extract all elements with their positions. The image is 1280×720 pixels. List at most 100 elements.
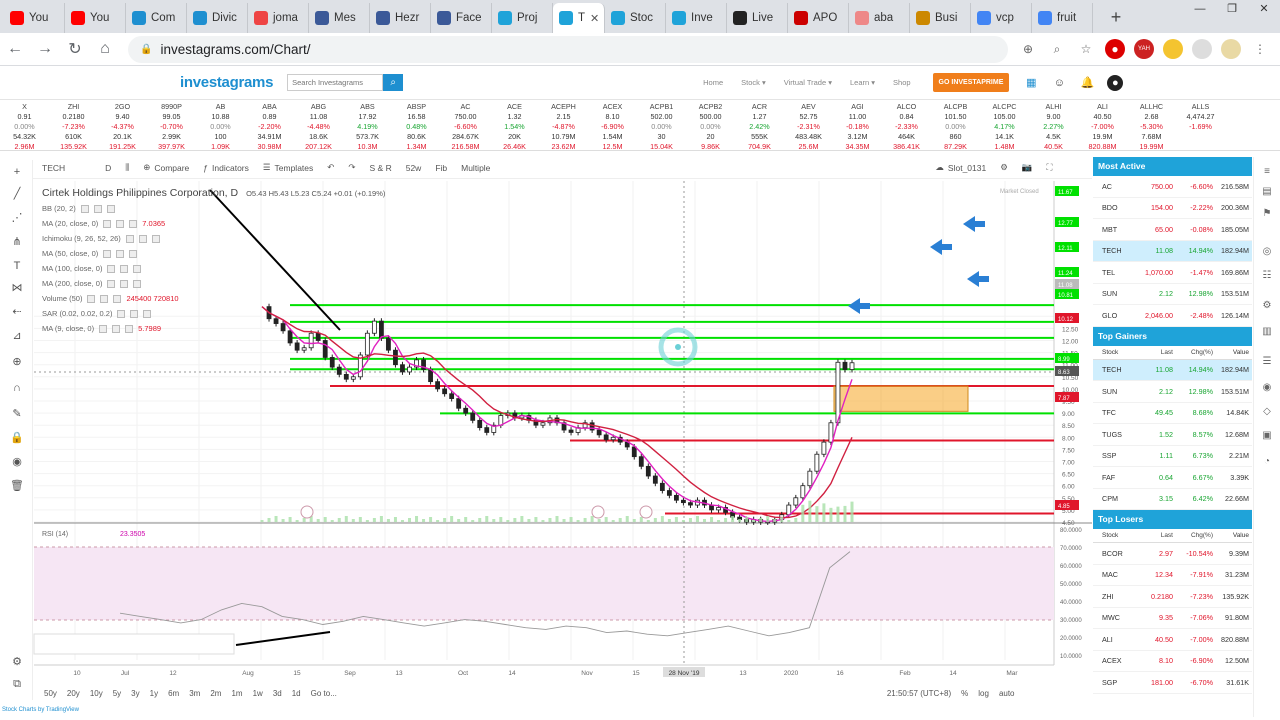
indicator-close-icon[interactable] [107, 205, 115, 213]
range-button[interactable]: 3d [273, 689, 282, 698]
indicator-close-icon[interactable] [113, 295, 121, 303]
percent-button[interactable]: % [961, 689, 968, 698]
price-chart[interactable]: 13.0012.5012.0011.5011.0010.5010.009.509… [0, 0, 1092, 700]
table-row[interactable]: AC 750.00 -6.60% 216.58M [1093, 176, 1252, 198]
indicator-eye-icon[interactable] [126, 235, 134, 243]
range-button[interactable]: 1m [231, 689, 242, 698]
extension-yah-icon[interactable]: YAH [1134, 39, 1154, 59]
column-header[interactable]: Value [1213, 532, 1252, 539]
table-row[interactable]: SSP 1.11 6.73% 2.21M [1093, 446, 1252, 468]
trade-icon[interactable]: ☷ [1258, 267, 1276, 285]
indicator-close-icon[interactable] [129, 220, 137, 228]
flag-icon[interactable]: ⚑ [1258, 205, 1276, 223]
indicator-legend-row[interactable]: MA (20, close, 0) 7.0365 [42, 216, 385, 231]
trends-icon[interactable]: ◇ [1258, 403, 1276, 421]
range-button[interactable]: 20y [67, 689, 80, 698]
indicator-close-icon[interactable] [143, 310, 151, 318]
column-header[interactable]: Last [1133, 349, 1173, 356]
table-row[interactable]: TECH 11.08 14.94% 182.94M [1093, 241, 1252, 263]
range-button[interactable]: 6m [168, 689, 179, 698]
user-avatar-icon[interactable]: ● [1107, 75, 1123, 91]
table-row[interactable]: MBT 65.00 -0.08% 185.05M [1093, 219, 1252, 241]
profile-avatar-icon[interactable] [1221, 39, 1241, 59]
range-button[interactable]: 10y [90, 689, 103, 698]
minimize-icon[interactable]: — [1184, 0, 1216, 18]
indicator-settings-icon[interactable] [116, 220, 124, 228]
indicator-eye-icon[interactable] [107, 265, 115, 273]
table-row[interactable]: SUN 2.12 12.98% 153.51M [1093, 284, 1252, 306]
indicator-settings-icon[interactable] [112, 325, 120, 333]
column-header[interactable]: Last [1133, 532, 1173, 539]
indicator-close-icon[interactable] [152, 235, 160, 243]
indicator-settings-icon[interactable] [116, 250, 124, 258]
table-row[interactable]: ACEX 8.10 -6.90% 12.50M [1093, 651, 1252, 673]
indicator-eye-icon[interactable] [99, 325, 107, 333]
auto-button[interactable]: auto [999, 689, 1015, 698]
range-button[interactable]: 5y [113, 689, 121, 698]
chat-icon[interactable]: ☰ [1258, 353, 1276, 371]
extension-red-icon[interactable]: ● [1105, 39, 1125, 59]
table-row[interactable]: TEL 1,070.00 -1.47% 169.86M [1093, 262, 1252, 284]
indicator-eye-icon[interactable] [87, 295, 95, 303]
indicator-close-icon[interactable] [133, 265, 141, 273]
column-header[interactable]: Value [1213, 349, 1252, 356]
indicator-settings-icon[interactable] [130, 310, 138, 318]
table-row[interactable]: TECH 11.08 14.94% 182.94M [1093, 360, 1252, 382]
column-header[interactable]: Stock [1093, 532, 1133, 539]
column-header[interactable]: Chg(%) [1173, 532, 1213, 539]
table-row[interactable]: SUN 2.12 12.98% 153.51M [1093, 381, 1252, 403]
table-row[interactable]: TFC 49.45 8.68% 14.84K [1093, 403, 1252, 425]
table-row[interactable]: ZHI 0.2180 -7.23% 135.92K [1093, 586, 1252, 608]
column-header[interactable]: Stock [1093, 349, 1133, 356]
browser-menu-icon[interactable]: ⋮ [1250, 39, 1270, 59]
indicator-eye-icon[interactable] [81, 205, 89, 213]
tradingview-credit[interactable]: Stock Charts by TradingView [2, 707, 79, 713]
table-row[interactable]: SGP 181.00 -6.70% 31.61K [1093, 672, 1252, 694]
table-row[interactable]: BDO 154.00 -2.22% 200.36M [1093, 198, 1252, 220]
indicator-legend-row[interactable]: Volume (50) 245400 720810 [42, 291, 385, 306]
news-icon[interactable]: ▥ [1258, 323, 1276, 341]
indicator-eye-icon[interactable] [117, 310, 125, 318]
indicator-close-icon[interactable] [133, 280, 141, 288]
indicator-legend-row[interactable]: Ichimoku (9, 26, 52, 26) [42, 231, 385, 246]
range-button[interactable]: 1w [253, 689, 263, 698]
ticker-item[interactable]: ALLS 4,474.27 -1.69% [1176, 100, 1225, 150]
table-row[interactable]: FAF 0.64 6.67% 3.39K [1093, 467, 1252, 489]
indicator-legend-row[interactable]: MA (50, close, 0) [42, 246, 385, 261]
ticker-icon[interactable]: ≡ [1258, 163, 1276, 181]
indicator-settings-icon[interactable] [94, 205, 102, 213]
new-tab-icon[interactable]: + [1103, 5, 1129, 31]
extension-gray-icon[interactable] [1192, 39, 1212, 59]
indicator-settings-icon[interactable] [120, 265, 128, 273]
tools-icon[interactable]: ⚙ [1258, 297, 1276, 315]
indicator-eye-icon[interactable] [103, 220, 111, 228]
vtrade-icon[interactable]: ▣ [1258, 427, 1276, 445]
indicator-legend-row[interactable]: BB (20, 2) [42, 201, 385, 216]
close-window-icon[interactable]: ✕ [1248, 0, 1280, 18]
indicator-eye-icon[interactable] [107, 280, 115, 288]
market-icon[interactable]: ▤ [1258, 183, 1276, 201]
range-button[interactable]: 3m [189, 689, 200, 698]
indicator-close-icon[interactable] [125, 325, 133, 333]
indicator-settings-icon[interactable] [100, 295, 108, 303]
table-row[interactable]: MWC 9.35 -7.06% 91.80M [1093, 608, 1252, 630]
indicator-legend-row[interactable]: MA (9, close, 0) 5.7989 [42, 321, 385, 336]
watchlist-icon[interactable]: ◎ [1258, 243, 1276, 261]
range-button[interactable]: 3y [131, 689, 139, 698]
restore-icon[interactable]: ❐ [1216, 0, 1248, 18]
table-row[interactable]: TUGS 1.52 8.57% 12.68M [1093, 424, 1252, 446]
table-row[interactable]: BCOR 2.97 -10.54% 9.39M [1093, 543, 1252, 565]
range-button[interactable]: 50y [44, 689, 57, 698]
indicator-close-icon[interactable] [129, 250, 137, 258]
log-button[interactable]: log [978, 689, 989, 698]
indicator-eye-icon[interactable] [103, 250, 111, 258]
indicator-legend-row[interactable]: MA (100, close, 0) [42, 261, 385, 276]
table-row[interactable]: ALI 40.50 -7.00% 820.88M [1093, 629, 1252, 651]
indicator-settings-icon[interactable] [120, 280, 128, 288]
ticker-item[interactable]: ALLHC 2.68 -5.30% 7.68M 19.99M [1127, 100, 1176, 150]
range-button[interactable]: 1d [292, 689, 301, 698]
column-header[interactable]: Chg(%) [1173, 349, 1213, 356]
indicator-settings-icon[interactable] [139, 235, 147, 243]
table-row[interactable]: MAC 12.34 -7.91% 31.23M [1093, 565, 1252, 587]
pie-icon[interactable]: ◔ [1258, 453, 1276, 471]
